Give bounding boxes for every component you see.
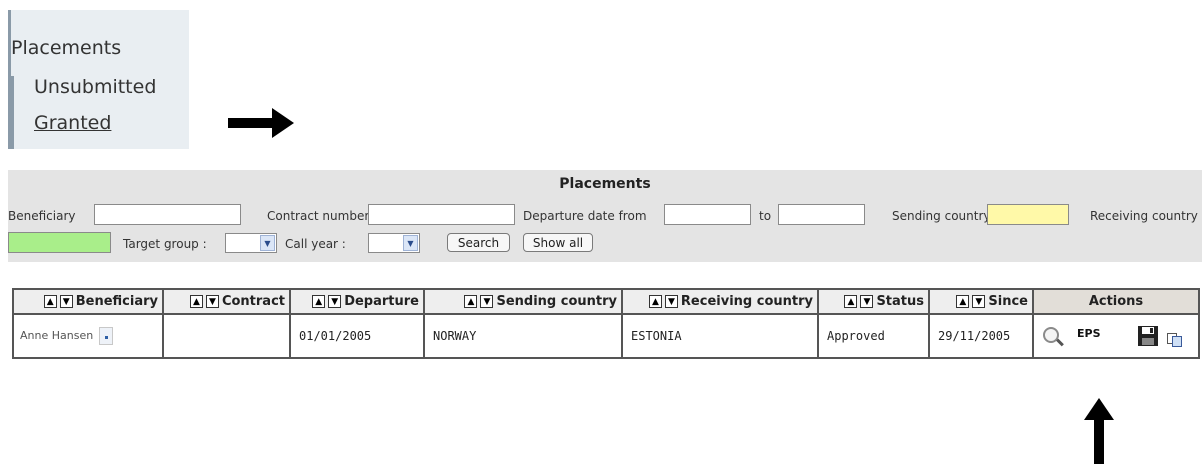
beneficiary-input[interactable]: [94, 204, 241, 225]
sort-down-icon[interactable]: ▼: [59, 295, 73, 308]
cell-departure: 01/01/2005: [289, 313, 425, 359]
sort-up-icon[interactable]: ▲: [189, 295, 203, 308]
copy-icon[interactable]: [1167, 333, 1183, 347]
sort-up-icon[interactable]: ▲: [464, 295, 478, 308]
cell-sending-country: NORWAY: [423, 313, 623, 359]
search-button[interactable]: Search: [447, 233, 510, 252]
target-group-label: Target group :: [123, 237, 207, 251]
departure-date-from-input[interactable]: [664, 204, 751, 225]
show-all-button[interactable]: Show all: [523, 233, 593, 252]
sort-down-icon[interactable]: ▼: [480, 295, 494, 308]
cell-contract: [162, 313, 291, 359]
nav-item-unsubmitted[interactable]: Unsubmitted: [34, 76, 156, 98]
departure-date-to-label: to: [759, 209, 772, 223]
column-header-since[interactable]: ▲ ▼ Since: [928, 288, 1034, 315]
beneficiary-details-icon[interactable]: [99, 327, 114, 345]
sort-down-icon[interactable]: ▼: [860, 295, 874, 308]
magnifier-icon[interactable]: [1043, 327, 1059, 343]
sending-country-label: Sending country: [892, 209, 991, 223]
placements-filter-panel: Placements Beneficiary Contract number D…: [8, 170, 1202, 262]
column-header-departure[interactable]: ▲ ▼ Departure: [289, 288, 425, 315]
column-header-contract[interactable]: ▲ ▼ Contract: [162, 288, 291, 315]
cell-status: Approved: [817, 313, 930, 359]
nav-submenu: Unsubmitted Granted: [11, 76, 181, 149]
eps-action-link[interactable]: EPS: [1077, 327, 1101, 340]
chevron-down-icon: ▼: [260, 235, 275, 251]
sort-down-icon[interactable]: ▼: [972, 295, 986, 308]
sending-country-input[interactable]: [987, 204, 1069, 225]
cell-since: 29/11/2005: [928, 313, 1034, 359]
right-arrow-icon: [228, 108, 294, 138]
floppy-disk-icon[interactable]: [1137, 325, 1159, 347]
contract-number-label: Contract number: [267, 209, 370, 223]
receiving-country-input[interactable]: [8, 232, 111, 253]
receiving-country-label: Receiving country: [1090, 209, 1198, 223]
up-arrow-icon: [1084, 398, 1114, 464]
sort-up-icon[interactable]: ▲: [43, 295, 57, 308]
nav-item-granted[interactable]: Granted: [34, 112, 111, 134]
placements-table: ▲ ▼ Beneficiary ▲ ▼ Contract ▲ ▼ Departure ▲ ▼ S…: [12, 288, 1200, 359]
sort-down-icon[interactable]: ▼: [205, 295, 219, 308]
sort-up-icon[interactable]: ▲: [648, 295, 662, 308]
departure-date-from-label: Departure date from: [523, 209, 647, 223]
target-group-select[interactable]: ▼: [225, 233, 277, 253]
call-year-select[interactable]: ▼: [368, 233, 420, 253]
nav-title: Placements: [11, 37, 122, 59]
sort-up-icon[interactable]: ▲: [956, 295, 970, 308]
cell-beneficiary: Anne Hansen: [12, 313, 164, 359]
cell-receiving-country: ESTONIA: [621, 313, 819, 359]
column-header-actions: Actions: [1032, 288, 1200, 315]
chevron-down-icon: ▼: [403, 235, 418, 251]
placements-nav: Placements Unsubmitted Granted: [8, 10, 189, 149]
table-header-row: ▲ ▼ Beneficiary ▲ ▼ Contract ▲ ▼ Departure ▲ ▼ S…: [12, 288, 1200, 315]
sort-down-icon[interactable]: ▼: [328, 295, 342, 308]
cell-actions: EPS: [1032, 313, 1200, 359]
column-header-sending-country[interactable]: ▲ ▼ Sending country: [423, 288, 623, 315]
column-header-beneficiary[interactable]: ▲ ▼ Beneficiary: [12, 288, 164, 315]
panel-title: Placements: [559, 176, 651, 192]
sort-up-icon[interactable]: ▲: [844, 295, 858, 308]
column-header-status[interactable]: ▲ ▼ Status: [817, 288, 930, 315]
beneficiary-name: Anne Hansen: [20, 329, 94, 342]
departure-date-to-input[interactable]: [778, 204, 865, 225]
column-header-receiving-country[interactable]: ▲ ▼ Receiving country: [621, 288, 819, 315]
sort-up-icon[interactable]: ▲: [312, 295, 326, 308]
beneficiary-label: Beneficiary: [8, 209, 76, 223]
sort-down-icon[interactable]: ▼: [664, 295, 678, 308]
call-year-label: Call year :: [285, 237, 346, 251]
table-row: Anne Hansen 01/01/2005 NORWAY ESTONIA Ap…: [12, 313, 1200, 359]
contract-number-input[interactable]: [368, 204, 515, 225]
